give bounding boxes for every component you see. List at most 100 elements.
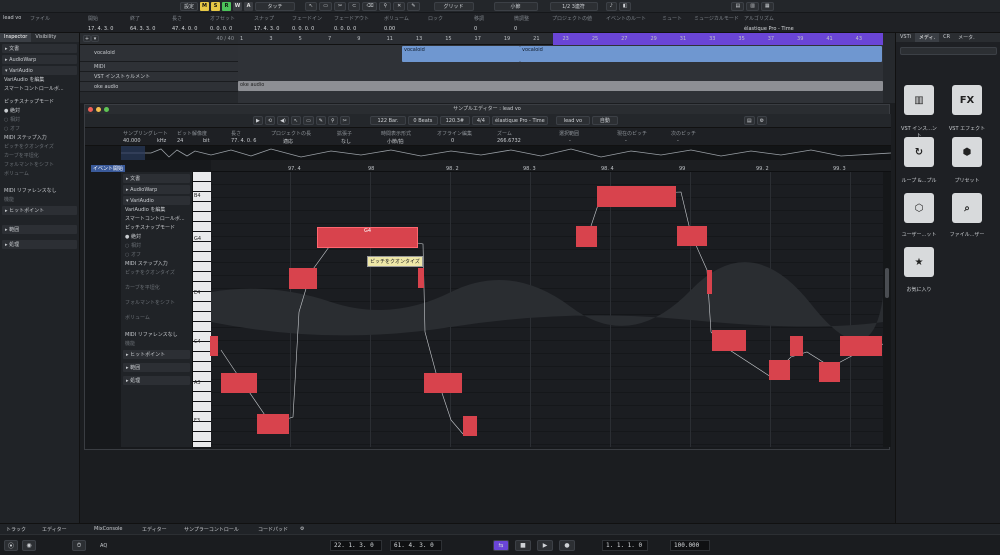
- section-process[interactable]: ▸ 処理: [2, 240, 77, 249]
- beats-field[interactable]: 0 Beats: [407, 116, 438, 125]
- info-col[interactable]: 移調 0: [474, 15, 484, 32]
- info-col[interactable]: ロック: [428, 15, 443, 26]
- read-button[interactable]: R: [222, 1, 232, 11]
- aq-label[interactable]: AQ: [100, 543, 107, 549]
- arrow-tool-icon[interactable]: ↖: [290, 116, 302, 125]
- track-menu-icon[interactable]: ▾: [91, 35, 99, 42]
- note-segment-selected[interactable]: G4: [317, 227, 418, 248]
- minimize-icon[interactable]: [96, 107, 101, 112]
- section-hitpoint[interactable]: ▸ ヒットポイント: [2, 206, 77, 215]
- mode-off-radio[interactable]: ○ オフ: [0, 124, 79, 133]
- play-icon[interactable]: ▶: [537, 540, 553, 551]
- info-col[interactable]: フェードイン 0. 0. 0. 0: [292, 15, 322, 32]
- glue-tool-icon[interactable]: ⊂: [348, 1, 361, 11]
- track-row[interactable]: MIDI: [80, 62, 238, 72]
- settings-button[interactable]: 設定: [180, 1, 199, 11]
- close-icon[interactable]: [88, 107, 93, 112]
- tab-sampler-control[interactable]: サンプラーコントロール: [184, 526, 239, 533]
- midi-step-input[interactable]: MIDI ステップ入力: [121, 259, 192, 268]
- gear-icon[interactable]: ⚙: [300, 526, 304, 532]
- fx-icon[interactable]: FX: [952, 85, 982, 115]
- zoom-tool-icon[interactable]: ⚲: [379, 1, 392, 11]
- section-process[interactable]: ▸ 処理: [123, 376, 190, 385]
- tab-editor[interactable]: エディター: [42, 526, 67, 533]
- snap-type-select[interactable]: グリッド: [433, 1, 474, 11]
- info-value[interactable]: kHz: [157, 138, 166, 144]
- info-col[interactable]: ミュート: [662, 15, 682, 26]
- erase-tool-icon[interactable]: ⌫: [362, 1, 378, 11]
- info-value[interactable]: -: [569, 138, 571, 144]
- project-ruler[interactable]: 1 3 5 7 9 11 13 15 17 19 21 23 25 27 29 31 33 35 37 39 41 43: [238, 33, 883, 45]
- note-segment[interactable]: [769, 360, 790, 380]
- info-col[interactable]: ファイル: [30, 15, 50, 26]
- info-col[interactable]: 開始 17. 4. 3. 0: [88, 15, 113, 32]
- info-value[interactable]: 40.000: [123, 138, 141, 144]
- preset-icon[interactable]: ⬢: [952, 137, 982, 167]
- tab-cr[interactable]: CR: [939, 33, 954, 42]
- function-select[interactable]: 機能: [0, 195, 79, 204]
- vertical-scrollbar[interactable]: [883, 172, 891, 447]
- mute-button[interactable]: M: [200, 1, 210, 11]
- auto-select[interactable]: 自動: [591, 116, 618, 125]
- section-hitpoint[interactable]: ▸ ヒットポイント: [123, 350, 190, 359]
- metronome-icon[interactable]: ⏱: [72, 540, 86, 551]
- quantize-icon[interactable]: ♪: [605, 1, 617, 11]
- mode-off-radio[interactable]: ○ オフ: [121, 250, 192, 259]
- mute-tool-icon[interactable]: ✕: [393, 1, 406, 11]
- info-col[interactable]: オフセット 0. 0. 0. 0: [210, 15, 235, 32]
- note-segment[interactable]: [463, 416, 477, 436]
- split-tool-icon[interactable]: ✂: [333, 1, 347, 11]
- info-col[interactable]: プロジェクトの値: [552, 15, 592, 26]
- track-row[interactable]: oke audio: [80, 82, 238, 92]
- midi-reference-select[interactable]: MIDI リファレンスなし: [0, 186, 79, 195]
- loop-icon[interactable]: ↻: [904, 137, 934, 167]
- midi-step-input[interactable]: MIDI ステップ入力: [0, 133, 79, 142]
- tempo-field[interactable]: 120.3#: [439, 116, 470, 125]
- info-col[interactable]: アルゴリズム élastique Pro - Time: [744, 15, 794, 32]
- info-col[interactable]: フェードアウト 0. 0. 0. 0: [334, 15, 369, 32]
- info-value[interactable]: -: [625, 138, 627, 144]
- range-tool-icon[interactable]: ▭: [303, 116, 314, 125]
- note-segment[interactable]: [221, 373, 257, 393]
- pitch-quantize-slider[interactable]: ピッチをクオンタイズ: [121, 268, 192, 277]
- info-value[interactable]: bit: [203, 138, 210, 144]
- info-col[interactable]: ミュージカルモード: [694, 15, 739, 26]
- play-icon[interactable]: ▶: [253, 116, 263, 125]
- section-range[interactable]: ▸ 範囲: [123, 363, 190, 372]
- note-segment[interactable]: [424, 373, 462, 393]
- info-value[interactable]: なし: [341, 138, 351, 145]
- info-col[interactable]: ボリューム 0.00: [384, 15, 409, 32]
- tab-track[interactable]: トラック: [6, 526, 26, 533]
- favorite-icon[interactable]: ★: [904, 247, 934, 277]
- mode-relative-radio[interactable]: ○ 相対: [0, 115, 79, 124]
- scroll-thumb[interactable]: [885, 268, 889, 298]
- position-display[interactable]: 1. 1. 1. 0: [602, 540, 648, 551]
- audio-clip[interactable]: vocaloid: [402, 46, 520, 62]
- cycle-range[interactable]: [553, 33, 883, 45]
- signature-field[interactable]: 4/4: [471, 116, 490, 125]
- layout-icon[interactable]: ▤: [743, 116, 755, 125]
- formant-shift-slider[interactable]: フォルマントをシフト: [121, 298, 192, 307]
- info-col[interactable]: イベントのルート: [606, 15, 646, 26]
- mode-absolute-radio[interactable]: ● 絶対: [0, 106, 79, 115]
- audio-clip[interactable]: vocaloid: [520, 46, 882, 62]
- variaudio-edit-button[interactable]: VariAudio を編集: [0, 75, 79, 84]
- loop-icon[interactable]: ⟲: [264, 116, 276, 125]
- tab-media[interactable]: メディ.: [914, 33, 940, 42]
- draw-tool-icon[interactable]: ✎: [407, 1, 420, 11]
- midi-reference-select[interactable]: MIDI リファレンスなし: [121, 330, 192, 339]
- tab-chord-pads[interactable]: コードパッド: [258, 526, 288, 533]
- note-segment[interactable]: [712, 330, 746, 351]
- bars-field[interactable]: 122 Bar.: [369, 116, 406, 125]
- formant-shift-slider[interactable]: フォルマントをシフト: [0, 160, 79, 169]
- left-locator[interactable]: 22. 1. 3. 0: [330, 540, 382, 551]
- solo-button[interactable]: S: [211, 1, 221, 11]
- function-select[interactable]: 機能: [121, 339, 192, 348]
- track-row[interactable]: vocaloid: [80, 45, 238, 62]
- info-value[interactable]: 小節/拍: [387, 138, 404, 145]
- pitch-quantize-slider[interactable]: ピッチをクオンタイズ: [0, 142, 79, 151]
- note-segment[interactable]: [707, 270, 712, 294]
- tab-visibility[interactable]: Visibility: [31, 33, 60, 42]
- write-button[interactable]: W: [233, 1, 243, 11]
- file-browser-icon[interactable]: ⌕: [952, 193, 982, 223]
